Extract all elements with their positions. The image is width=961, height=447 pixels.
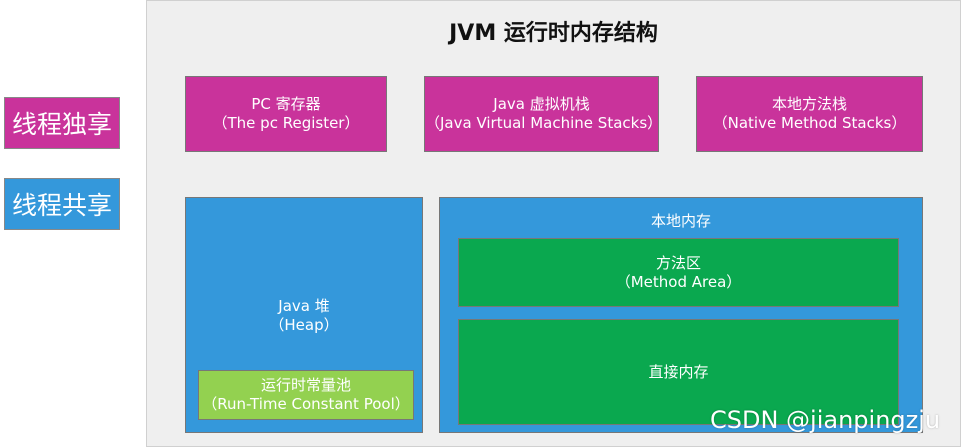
java-heap-box: Java 堆 （Heap） 运行时常量池 （Run-Time Constant … xyxy=(185,197,423,433)
runtime-constant-pool-name: 运行时常量池 xyxy=(260,376,351,394)
direct-memory-name: 直接内存 xyxy=(648,362,709,381)
diagram-canvas: 线程独享 线程共享 JVM 运行时内存结构 PC 寄存器 （The pc Reg… xyxy=(0,0,961,447)
legend-thread-exclusive-label: 线程独享 xyxy=(11,110,112,139)
legend-thread-exclusive: 线程独享 xyxy=(4,97,120,149)
jvm-memory-panel: JVM 运行时内存结构 PC 寄存器 （The pc Register） Jav… xyxy=(146,0,961,447)
pc-register-english: （The pc Register） xyxy=(212,114,360,132)
method-area-name: 方法区 xyxy=(655,253,701,272)
local-memory-label: 本地内存 xyxy=(650,212,711,230)
native-method-stack-box: 本地方法栈 （Native Method Stacks） xyxy=(696,76,923,152)
legend-thread-shared-label: 线程共享 xyxy=(11,191,112,220)
java-heap-english: （Heap） xyxy=(269,316,339,334)
pc-register-name: PC 寄存器 xyxy=(251,95,321,113)
legend-thread-shared: 线程共享 xyxy=(4,178,120,230)
local-memory-box: 本地内存 方法区 （Method Area） 直接内存 xyxy=(439,197,923,433)
native-method-stack-english: （Native Method Stacks） xyxy=(712,114,907,132)
method-area-english: （Method Area） xyxy=(615,272,742,291)
jvm-stack-name: Java 虚拟机栈 xyxy=(493,95,590,113)
jvm-stack-box: Java 虚拟机栈 （Java Virtual Machine Stacks） xyxy=(424,76,663,152)
runtime-constant-pool-box: 运行时常量池 （Run-Time Constant Pool） xyxy=(198,370,414,420)
pc-register-box: PC 寄存器 （The pc Register） xyxy=(185,76,387,152)
watermark-text: CSDN @jianpingzju xyxy=(710,406,941,434)
native-method-stack-name: 本地方法栈 xyxy=(771,95,847,113)
diagram-title: JVM 运行时内存结构 xyxy=(449,21,658,46)
method-area-box: 方法区 （Method Area） xyxy=(458,238,899,307)
java-heap-name: Java 堆 xyxy=(278,297,330,315)
java-heap-label: Java 堆 （Heap） xyxy=(186,297,422,335)
jvm-stack-english: （Java Virtual Machine Stacks） xyxy=(425,114,663,132)
runtime-constant-pool-english: （Run-Time Constant Pool） xyxy=(202,395,410,413)
